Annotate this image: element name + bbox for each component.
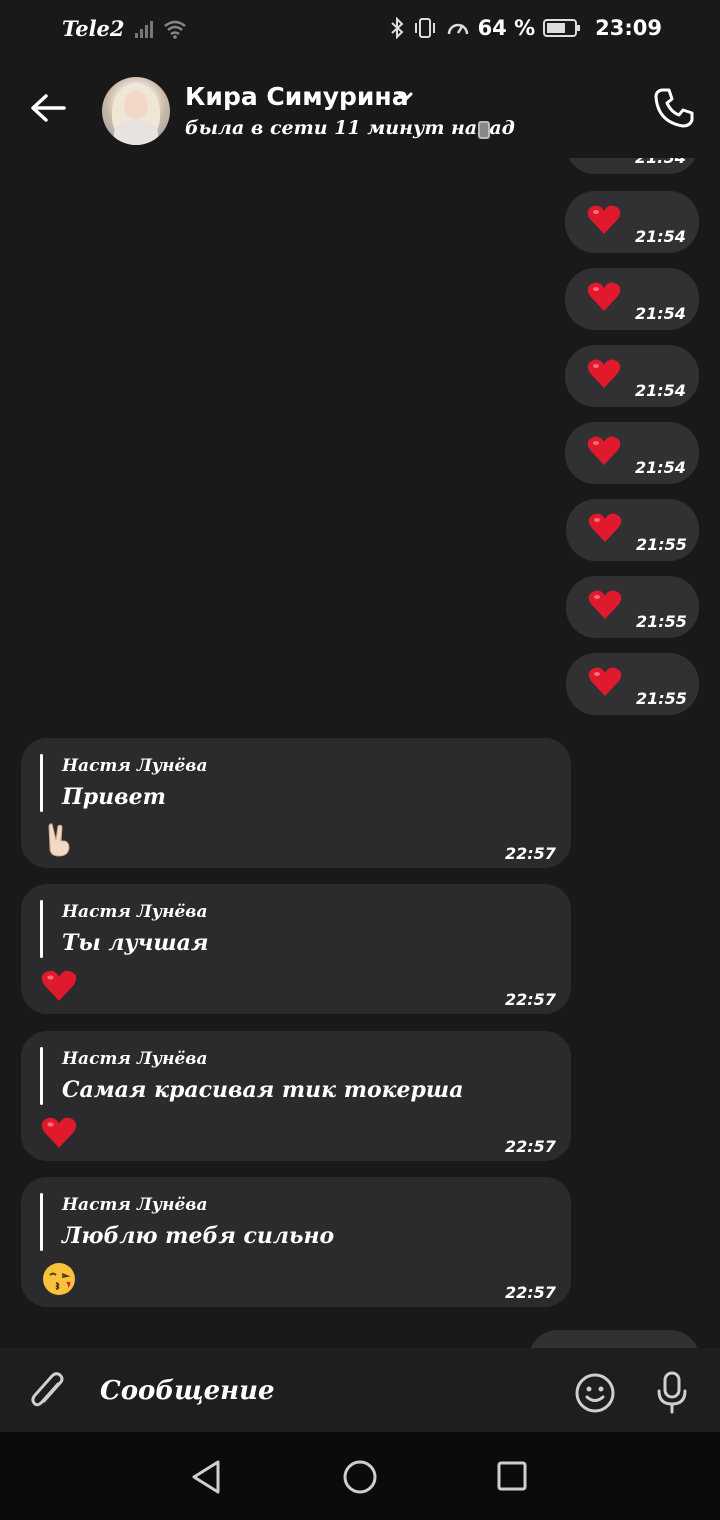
avatar[interactable] xyxy=(102,77,170,145)
message-time: 22:57 xyxy=(505,990,556,1009)
signal-icon xyxy=(134,20,153,38)
quote-bar xyxy=(40,1047,43,1105)
last-seen-status: была в сети 11 минут назад xyxy=(185,117,515,139)
message-bubble-outgoing[interactable]: 21:55 xyxy=(566,653,699,715)
heart-emoji-icon xyxy=(587,282,621,311)
chevron-down-icon[interactable] xyxy=(396,88,414,106)
message-bubble-outgoing[interactable]: 21:54 xyxy=(565,422,699,484)
quote-bar xyxy=(40,900,43,958)
clock: 23:09 xyxy=(595,16,662,40)
quote-bar xyxy=(40,1193,43,1251)
quote-text: Ты лучшая xyxy=(62,930,209,956)
message-time: 21:54 xyxy=(635,158,686,167)
message-time: 22:57 xyxy=(505,844,556,863)
message-bubble-outgoing[interactable]: 21:55 xyxy=(566,499,699,561)
heart-emoji-icon xyxy=(41,970,77,1001)
battery-icon xyxy=(543,19,581,37)
message-bubble-incoming[interactable]: Настя Лунёва Привет 22:57 xyxy=(21,738,571,868)
emoji-smile-icon[interactable] xyxy=(574,1372,616,1414)
message-bubble-outgoing[interactable]: 21:55 xyxy=(566,576,699,638)
quote-text: Самая красивая тик токерша xyxy=(62,1077,464,1103)
message-time: 21:54 xyxy=(635,304,686,323)
quote-author: Настя Лунёва xyxy=(62,756,208,776)
message-time: 21:54 xyxy=(635,458,686,477)
bluetooth-icon xyxy=(390,17,404,39)
phone-call-icon[interactable] xyxy=(652,86,696,130)
message-list[interactable]: 21:54 21:54 21:54 21:54 21:54 21:55 21:5… xyxy=(0,158,720,1348)
nav-recent-apps-icon[interactable] xyxy=(496,1460,528,1492)
heart-emoji-icon xyxy=(587,205,621,234)
quote-bar xyxy=(40,754,43,812)
message-bubble-outgoing[interactable] xyxy=(528,1330,700,1348)
microphone-icon[interactable] xyxy=(654,1370,690,1414)
heart-emoji-icon xyxy=(588,590,622,619)
quote-author: Настя Лунёва xyxy=(62,1049,208,1069)
paperclip-icon[interactable] xyxy=(28,1370,68,1414)
message-bubble-incoming[interactable]: Настя Лунёва Самая красивая тик токерша … xyxy=(21,1031,571,1161)
message-bubble-outgoing[interactable]: 21:54 xyxy=(565,158,699,174)
message-time: 21:55 xyxy=(636,535,687,554)
vibrate-icon xyxy=(414,18,435,38)
nav-home-icon[interactable] xyxy=(341,1458,379,1496)
message-time: 22:57 xyxy=(505,1283,556,1302)
message-composer xyxy=(0,1348,720,1432)
kiss-face-emoji-icon xyxy=(43,1263,75,1295)
message-bubble-outgoing[interactable]: 21:54 xyxy=(565,268,699,330)
heart-emoji-icon xyxy=(587,436,621,465)
message-time: 21:54 xyxy=(635,227,686,246)
message-input[interactable] xyxy=(98,1368,542,1414)
message-bubble-incoming[interactable]: Настя Лунёва Люблю тебя сильно 22:57 xyxy=(21,1177,571,1307)
quote-text: Привет xyxy=(62,784,166,810)
battery-percent: 64 % xyxy=(477,16,536,40)
system-nav-bar xyxy=(0,1432,720,1520)
heart-emoji-icon xyxy=(41,1117,77,1148)
quote-author: Настя Лунёва xyxy=(62,1195,208,1215)
back-arrow-icon[interactable] xyxy=(28,92,68,124)
data-saver-icon xyxy=(447,23,468,35)
victory-hand-emoji-icon xyxy=(48,823,70,857)
carrier-label: Tele2 xyxy=(62,16,125,41)
heart-emoji-icon xyxy=(588,513,622,542)
message-bubble-outgoing[interactable]: 21:54 xyxy=(565,345,699,407)
mobile-device-icon xyxy=(478,121,490,139)
status-left: Tele2 xyxy=(62,16,187,41)
heart-emoji-icon xyxy=(587,359,621,388)
message-time: 21:54 xyxy=(635,381,686,400)
status-bar: Tele2 64 % 23:09 xyxy=(0,0,720,62)
message-time: 21:55 xyxy=(636,612,687,631)
message-time: 22:57 xyxy=(505,1137,556,1156)
chat-header: Кира Симурина была в сети 11 минут назад xyxy=(0,62,720,158)
message-time: 21:55 xyxy=(636,689,687,708)
heart-emoji-icon xyxy=(588,667,622,696)
contact-name[interactable]: Кира Симурина xyxy=(185,82,409,111)
quote-author: Настя Лунёва xyxy=(62,902,208,922)
nav-back-icon[interactable] xyxy=(188,1458,224,1496)
message-bubble-outgoing[interactable]: 21:54 xyxy=(565,191,699,253)
message-bubble-incoming[interactable]: Настя Лунёва Ты лучшая 22:57 xyxy=(21,884,571,1014)
wifi-icon xyxy=(163,20,186,39)
status-right: 64 % 23:09 xyxy=(390,16,662,40)
quote-text: Люблю тебя сильно xyxy=(62,1223,335,1249)
